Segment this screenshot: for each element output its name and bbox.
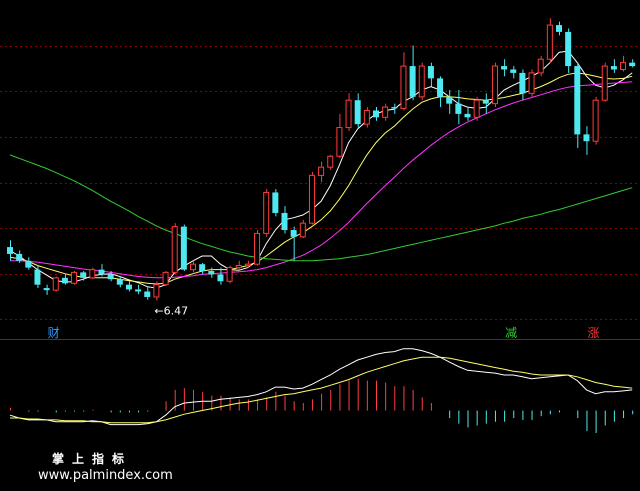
candle-body bbox=[80, 272, 87, 278]
candle-up bbox=[308, 171, 315, 225]
candle-body bbox=[34, 269, 41, 285]
candle-up bbox=[162, 271, 169, 287]
candle-body bbox=[363, 109, 370, 125]
candle-body bbox=[583, 134, 590, 142]
candle-up bbox=[327, 154, 334, 170]
candle-body bbox=[308, 174, 315, 224]
candle-body bbox=[409, 66, 416, 97]
candle-body bbox=[446, 96, 453, 104]
candle-body bbox=[318, 166, 325, 176]
candle-down bbox=[272, 189, 279, 217]
candle-up bbox=[601, 62, 608, 102]
candle-body bbox=[52, 277, 59, 291]
candle-body bbox=[373, 110, 379, 118]
candle-body bbox=[391, 107, 398, 109]
candle-body bbox=[116, 279, 123, 285]
candle-body bbox=[464, 113, 471, 118]
candle-up bbox=[254, 230, 261, 266]
low-price-annotation: ←6.47 bbox=[154, 304, 188, 317]
candle-up bbox=[89, 267, 96, 280]
candle-body bbox=[574, 66, 581, 135]
candle-up bbox=[418, 62, 425, 101]
candle-body bbox=[427, 66, 434, 79]
candle-body bbox=[482, 100, 489, 104]
signal-marker: 涨 bbox=[587, 325, 599, 340]
candle-body bbox=[89, 269, 96, 279]
candle-up bbox=[546, 18, 553, 63]
candle-body bbox=[235, 265, 242, 269]
candle-body bbox=[107, 274, 114, 280]
candle-body bbox=[382, 106, 389, 118]
candle-up bbox=[528, 69, 535, 97]
candle-body bbox=[217, 274, 224, 282]
candle-body bbox=[125, 284, 132, 290]
candle-up bbox=[52, 276, 59, 292]
candle-body bbox=[153, 284, 160, 298]
candle-up bbox=[537, 55, 544, 77]
candle-body bbox=[254, 232, 261, 265]
stock-chart: ←6.47 财 减 涨 bbox=[0, 0, 640, 491]
candle-up bbox=[491, 62, 498, 108]
candle-body bbox=[437, 78, 444, 97]
candle-body bbox=[98, 269, 105, 275]
candle-body bbox=[400, 65, 407, 109]
candle-body bbox=[519, 72, 526, 94]
candle-body bbox=[455, 103, 462, 114]
candle-body bbox=[190, 263, 196, 271]
candle-body bbox=[556, 25, 562, 32]
candle-body bbox=[16, 253, 23, 261]
candle-body bbox=[491, 65, 498, 105]
candle-up bbox=[226, 265, 233, 284]
candle-body bbox=[592, 99, 599, 142]
candle-body bbox=[345, 99, 352, 129]
candle-body bbox=[61, 277, 68, 284]
candle-up bbox=[171, 223, 178, 275]
candle-body bbox=[565, 31, 572, 67]
watermark-title: 掌上指标 bbox=[52, 452, 133, 466]
candle-down bbox=[180, 224, 187, 272]
candle-body bbox=[144, 291, 151, 297]
candle-body bbox=[263, 191, 270, 234]
candle-body bbox=[299, 222, 306, 238]
candle-body bbox=[418, 65, 425, 98]
candle-body bbox=[601, 65, 608, 101]
candle-body bbox=[528, 72, 535, 94]
candle-body bbox=[537, 58, 544, 74]
signal-marker: 减 bbox=[505, 326, 517, 340]
candle-body bbox=[226, 267, 233, 282]
candle-body bbox=[71, 271, 78, 284]
candle-body bbox=[43, 288, 50, 291]
candle-body bbox=[135, 289, 142, 292]
candle-body bbox=[546, 24, 553, 60]
candle-body bbox=[7, 247, 13, 254]
candle-body bbox=[629, 62, 636, 67]
candle-up bbox=[363, 107, 370, 128]
candle-body bbox=[501, 66, 508, 70]
candle-body bbox=[199, 264, 206, 272]
candle-body bbox=[354, 100, 361, 125]
candle-body bbox=[473, 99, 480, 118]
candle-body bbox=[171, 226, 178, 273]
candle-body bbox=[281, 212, 288, 231]
watermark-url: www.palmindex.com bbox=[38, 468, 173, 483]
watermark: 掌上指标 www.palmindex.com bbox=[38, 450, 188, 483]
candle-body bbox=[208, 271, 215, 275]
candle-body bbox=[180, 226, 187, 270]
candle-body bbox=[162, 271, 169, 286]
candle-body bbox=[510, 69, 517, 73]
candle-body bbox=[244, 263, 251, 267]
candle-up bbox=[71, 271, 78, 285]
candle-up bbox=[592, 96, 599, 145]
candle-body bbox=[290, 230, 297, 237]
candle-body bbox=[25, 260, 32, 268]
candle-body bbox=[336, 127, 343, 157]
candle-up bbox=[263, 189, 270, 237]
candle-body bbox=[272, 192, 279, 213]
candle-up bbox=[473, 96, 480, 121]
signal-marker: 财 bbox=[48, 326, 60, 340]
candle-body bbox=[327, 155, 334, 168]
candle-body bbox=[610, 66, 617, 70]
candle-body bbox=[620, 62, 627, 70]
